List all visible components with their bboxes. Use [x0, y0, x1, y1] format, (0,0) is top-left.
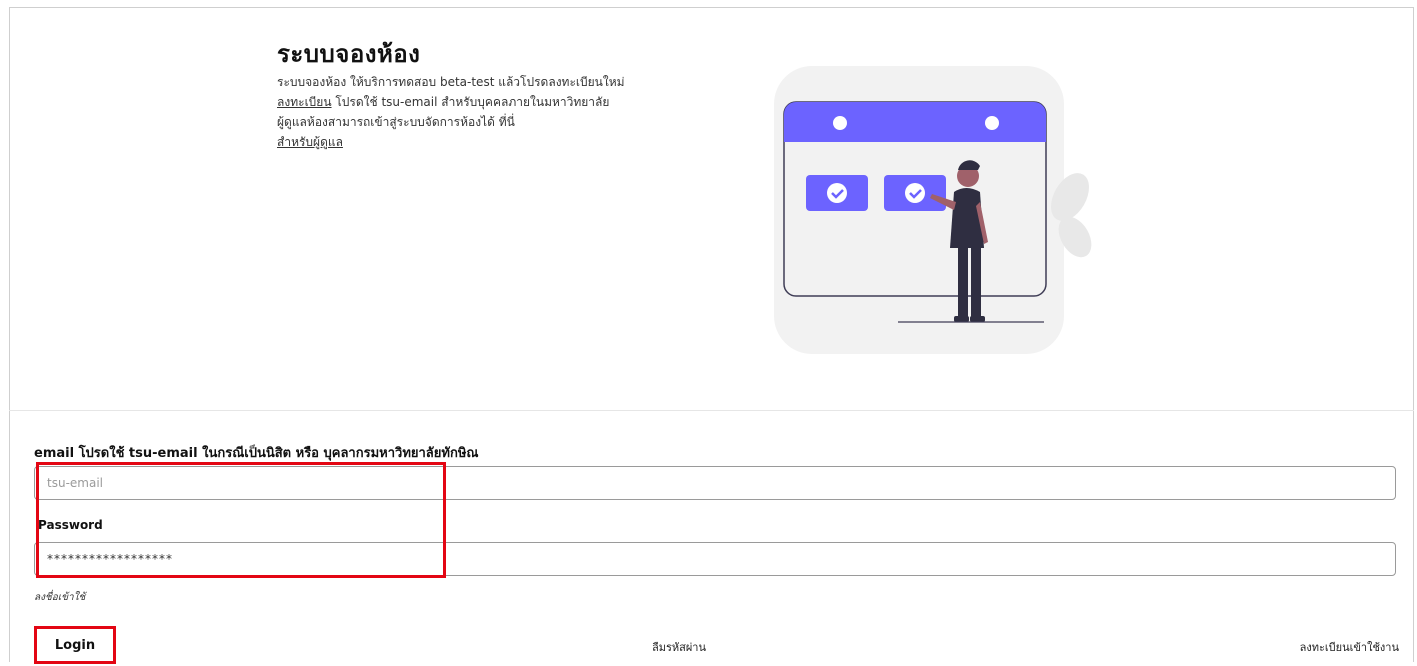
check-circle-icon — [884, 175, 946, 211]
calendar-header — [784, 102, 1046, 142]
hero-section: ระบบจองห้อง ระบบจองห้อง ให้บริการทดสอบ b… — [0, 0, 1417, 410]
hero-line-2-text: โปรดใช้ tsu-email สำหรับบุคคลภายในมหาวิท… — [331, 95, 610, 109]
section-divider — [9, 410, 1414, 411]
check-circle-icon — [806, 175, 868, 211]
email-label: email โปรดใช้ tsu-email ในกรณีเป็นนิสิต … — [34, 446, 479, 461]
calendar-ring-left — [833, 116, 847, 130]
password-field[interactable] — [34, 542, 1396, 576]
hero-description: ระบบจองห้อง ให้บริการทดสอบ beta-test แล้… — [277, 72, 707, 152]
register-account-link[interactable]: ลงทะเบียนเข้าใช้งาน — [1300, 638, 1399, 656]
login-hint: ลงชื่อเข้าใช้ — [34, 592, 86, 603]
login-button[interactable]: Login — [34, 626, 116, 664]
email-field[interactable] — [34, 466, 1396, 500]
register-link[interactable]: ลงทะเบียน — [277, 95, 332, 109]
page-title: ระบบจองห้อง — [277, 40, 421, 68]
calendar-illustration — [774, 66, 1092, 354]
hero-line-2: ลงทะเบียน โปรดใช้ tsu-email สำหรับบุคคลภ… — [277, 92, 707, 112]
password-label: Password — [38, 518, 103, 532]
calendar-ring-right — [985, 116, 999, 130]
hero-line-3: ผู้ดูแลห้องสามารถเข้าสู่ระบบจัดการห้องได… — [277, 115, 515, 129]
hero-line-4: สำหรับผู้ดูแล — [277, 132, 707, 152]
admin-link[interactable]: สำหรับผู้ดูแล — [277, 135, 343, 149]
hero-line-1: ระบบจองห้อง ให้บริการทดสอบ beta-test แล้… — [277, 75, 625, 89]
forgot-password-link[interactable]: ลืมรหัสผ่าน — [652, 638, 706, 656]
